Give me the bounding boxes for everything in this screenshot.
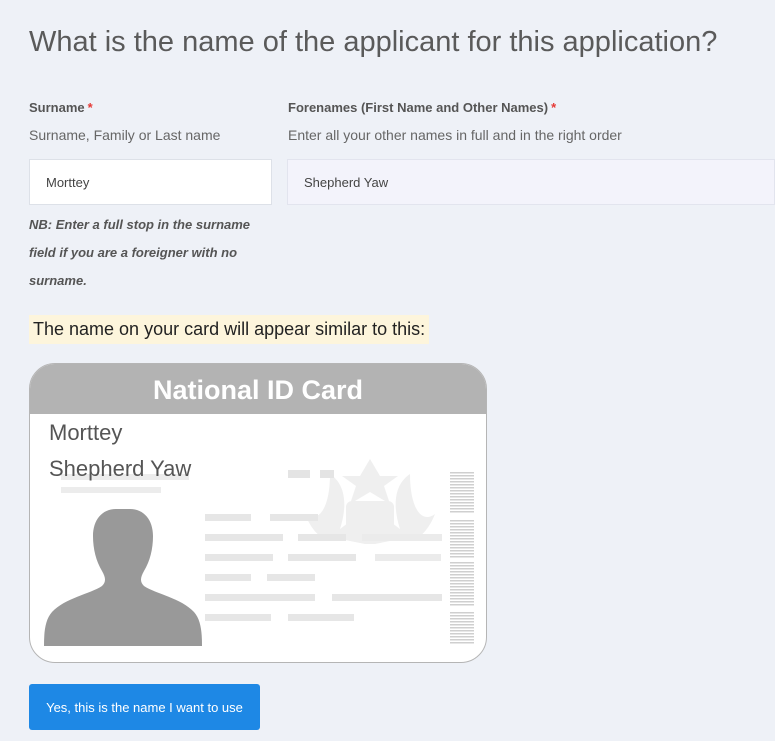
id-card-preview: National ID Card Morttey Shepherd Yaw (29, 363, 487, 663)
forenames-help: Enter all your other names in full and i… (288, 127, 622, 143)
surname-input[interactable] (29, 159, 272, 205)
surname-note: NB: Enter a full stop in the surname fie… (29, 217, 251, 288)
forenames-label: Forenames (First Name and Other Names) * (288, 100, 556, 115)
card-artwork (44, 459, 474, 646)
forenames-label-text: Forenames (First Name and Other Names) (288, 100, 549, 115)
card-forenames: Shepherd Yaw (49, 456, 192, 481)
barcode-graphic (450, 472, 474, 644)
forenames-required-marker: * (551, 100, 557, 115)
card-surname: Morttey (49, 420, 123, 445)
surname-required-marker: * (87, 100, 93, 115)
surname-label: Surname * (29, 100, 93, 115)
card-preview-caption: The name on your card will appear simila… (29, 315, 430, 344)
person-silhouette-icon (44, 509, 202, 646)
page-title: What is the name of the applicant for th… (29, 26, 718, 58)
surname-label-text: Surname (29, 100, 85, 115)
confirm-name-button[interactable]: Yes, this is the name I want to use (29, 684, 260, 730)
surname-help: Surname, Family or Last name (29, 127, 221, 143)
forenames-input[interactable] (287, 159, 775, 205)
